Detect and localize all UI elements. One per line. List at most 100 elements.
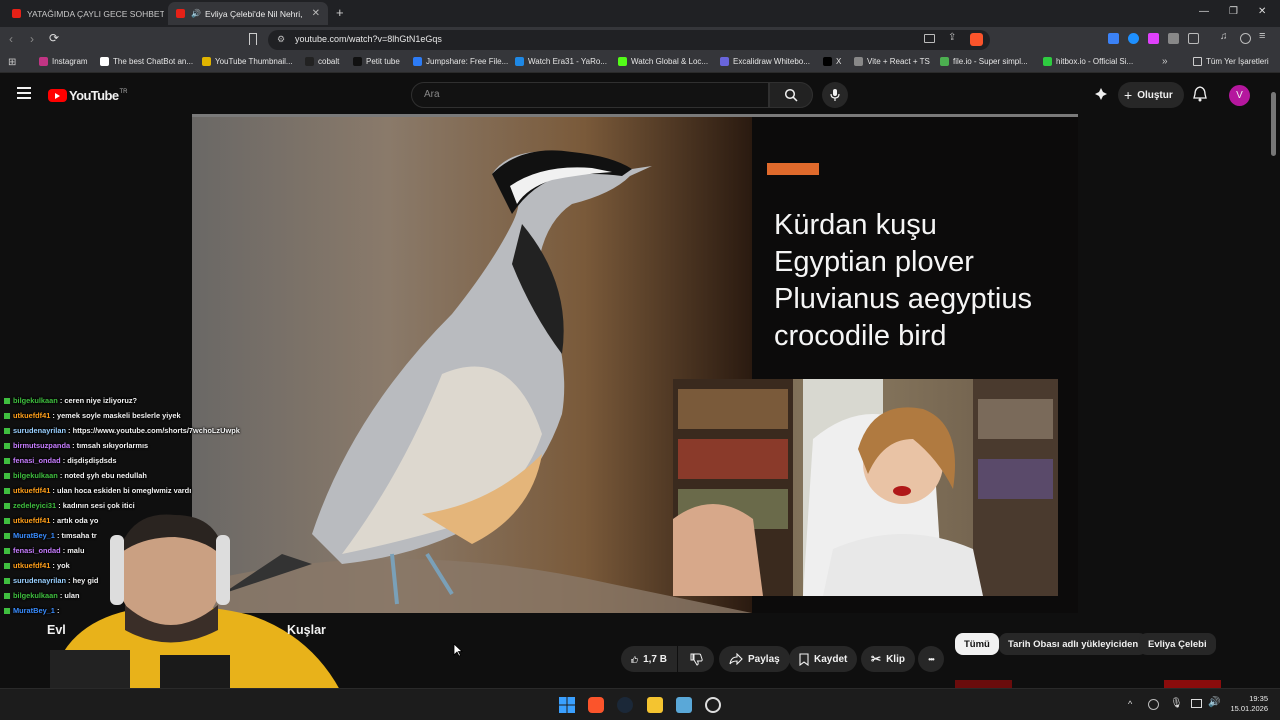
tray-app-icon[interactable] xyxy=(1148,699,1159,710)
restore-icon[interactable]: ❐ xyxy=(1229,6,1238,17)
notifications-bell-icon[interactable] xyxy=(1193,86,1207,107)
taskbar-clock[interactable]: 19:35 15.01.2026 xyxy=(1226,694,1268,714)
sidebar-icon[interactable] xyxy=(1188,33,1199,44)
like-button[interactable]: 1,7 B xyxy=(621,646,677,672)
chat-badge-icon xyxy=(4,443,10,450)
voice-search-button[interactable] xyxy=(822,82,848,108)
new-tab-button[interactable]: + xyxy=(336,5,344,20)
windows-taskbar: ^ 🎙 🔊 19:35 15.01.2026 xyxy=(0,688,1280,720)
chat-separator: : xyxy=(50,486,57,495)
bookmark-label: The best ChatBot an... xyxy=(113,57,194,66)
extension-2-icon[interactable] xyxy=(1128,33,1139,44)
reload-icon[interactable]: ⟳ xyxy=(49,31,59,45)
chip-from-uploader[interactable]: Tarih Obası adlı yükleyiciden xyxy=(999,633,1148,655)
bookmark-favicon-icon xyxy=(353,57,362,66)
save-button[interactable]: Kaydet xyxy=(789,646,858,672)
chat-badge-icon xyxy=(4,518,10,525)
share-button[interactable]: Paylaş xyxy=(719,646,790,672)
bookmark-item[interactable]: Watch Global & Loc... xyxy=(618,57,708,66)
steam-icon[interactable] xyxy=(617,697,633,713)
create-button[interactable]: + Oluştur xyxy=(1118,82,1184,108)
youtube-play-icon xyxy=(48,89,67,102)
bookmark-item[interactable]: YouTube Thumbnail... xyxy=(202,57,293,66)
search-button[interactable] xyxy=(769,82,813,108)
tray-mic-icon[interactable]: 🎙 xyxy=(1170,698,1183,709)
dislike-button[interactable] xyxy=(678,646,714,672)
bookmark-item[interactable]: hitbox.io - Official Si... xyxy=(1043,57,1133,66)
bookmark-item[interactable]: Excalidraw Whitebo... xyxy=(720,57,810,66)
recommended-thumbnail[interactable] xyxy=(1164,680,1221,688)
bookmark-item[interactable]: Watch Era31 - YaRo... xyxy=(515,57,607,66)
hamburger-menu-icon[interactable] xyxy=(17,87,31,99)
apps-grid-icon[interactable]: ⊞ xyxy=(8,57,16,68)
forward-icon[interactable]: › xyxy=(30,32,34,46)
clip-button[interactable]: ✂ Klip xyxy=(861,646,915,672)
ai-sparkle-icon[interactable] xyxy=(1094,87,1108,101)
bookmark-favicon-icon xyxy=(39,57,48,66)
chip-evliya-celebi[interactable]: Evliya Çelebi xyxy=(1139,633,1216,655)
search-input[interactable]: Ara xyxy=(411,82,769,108)
all-bookmarks-folder[interactable]: Tüm Yer İşaretleri xyxy=(1193,57,1269,66)
bookmark-item[interactable]: Vite + React + TS xyxy=(854,57,930,66)
chat-message: utkuefdf41 : yemek soyle maskeli beslerl… xyxy=(4,411,181,420)
bookmark-item[interactable]: file.io - Super simpl... xyxy=(940,57,1028,66)
extension-1-icon[interactable] xyxy=(1108,33,1119,44)
back-icon[interactable]: ‹ xyxy=(9,32,13,46)
more-bookmarks-icon[interactable]: » xyxy=(1162,56,1168,67)
plus-icon: + xyxy=(1124,87,1133,103)
tray-overflow-icon[interactable]: ^ xyxy=(1128,699,1132,709)
extensions-puzzle-icon[interactable] xyxy=(1168,33,1179,44)
search-icon xyxy=(784,88,798,102)
avatar[interactable]: V xyxy=(1229,85,1250,106)
bookmark-favicon-icon xyxy=(515,57,524,66)
media-music-icon[interactable]: ♫ xyxy=(1220,31,1231,42)
youtube-logo-text: YouTube xyxy=(69,88,119,103)
tab-current-video[interactable]: 🔊 Evliya Çelebi'de Nil Nehri, Tin ✕ xyxy=(168,2,328,25)
vpn-shield-icon[interactable] xyxy=(1240,33,1251,44)
bookmark-item[interactable]: cobalt xyxy=(305,57,339,66)
more-actions-button[interactable]: ••• xyxy=(918,646,944,672)
bookmark-icon[interactable] xyxy=(249,33,257,45)
bookmark-label: Instagram xyxy=(52,57,88,66)
bookmarks-bar: ⊞ Instagram The best ChatBot an... YouTu… xyxy=(0,52,1280,73)
brave-browser-icon[interactable] xyxy=(588,697,604,713)
brave-shields-icon[interactable] xyxy=(970,33,983,46)
share-label: Paylaş xyxy=(748,653,780,665)
address-bar[interactable]: ⚙ youtube.com/watch?v=8lhGtN1eGqs ⇪ xyxy=(268,30,990,50)
bookmark-item[interactable]: Jumpshare: Free File... xyxy=(413,57,508,66)
bookmark-item[interactable]: Petit tube xyxy=(353,57,400,66)
video-progress-bar[interactable] xyxy=(192,114,1078,117)
volume-icon[interactable]: 🔊 xyxy=(1208,697,1220,708)
chat-username: bilgekulkaan xyxy=(13,471,58,480)
page-scrollbar[interactable] xyxy=(1271,92,1276,156)
recommended-thumbnail[interactable] xyxy=(955,680,1012,688)
tab-chat-stream[interactable]: YATAĞIMDA ÇAYLI GECE SOHBETİM xyxy=(4,2,164,25)
chip-label: Evliya Çelebi xyxy=(1148,638,1207,650)
obs-icon[interactable] xyxy=(705,697,721,713)
chip-all[interactable]: Tümü xyxy=(955,633,999,655)
menu-icon[interactable]: ≡ xyxy=(1259,30,1270,42)
bookmark-label: Excalidraw Whitebo... xyxy=(733,57,810,66)
file-explorer-icon[interactable] xyxy=(647,697,663,713)
bookmark-item[interactable]: X xyxy=(823,57,841,66)
chat-text: ceren niye izliyoruz? xyxy=(64,396,138,405)
bookmark-item[interactable]: The best ChatBot an... xyxy=(100,57,193,66)
chat-separator: : xyxy=(70,441,77,450)
share-page-icon[interactable]: ⇪ xyxy=(948,32,956,43)
extension-3-icon[interactable] xyxy=(1148,33,1159,44)
bookmark-item[interactable]: Instagram xyxy=(39,57,88,66)
youtube-logo[interactable]: YouTube TR xyxy=(48,88,127,103)
chat-username: fenasi_ondad xyxy=(13,456,61,465)
site-info-icon[interactable]: ⚙ xyxy=(277,34,285,45)
slide-line: Kürdan kuşu xyxy=(774,209,937,241)
close-window-icon[interactable]: ✕ xyxy=(1258,6,1266,17)
minimize-icon[interactable]: — xyxy=(1199,6,1209,17)
browser-toolbar: ‹ › ⟳ ⚙ youtube.com/watch?v=8lhGtN1eGqs … xyxy=(0,27,1280,52)
network-icon[interactable] xyxy=(1191,699,1202,708)
bookmark-label: Watch Global & Loc... xyxy=(631,57,709,66)
store-icon[interactable] xyxy=(676,697,692,713)
cast-icon[interactable] xyxy=(924,34,935,43)
windows-start-icon[interactable] xyxy=(559,697,575,713)
youtube-favicon-icon xyxy=(12,9,21,18)
close-tab-icon[interactable]: ✕ xyxy=(304,8,320,19)
